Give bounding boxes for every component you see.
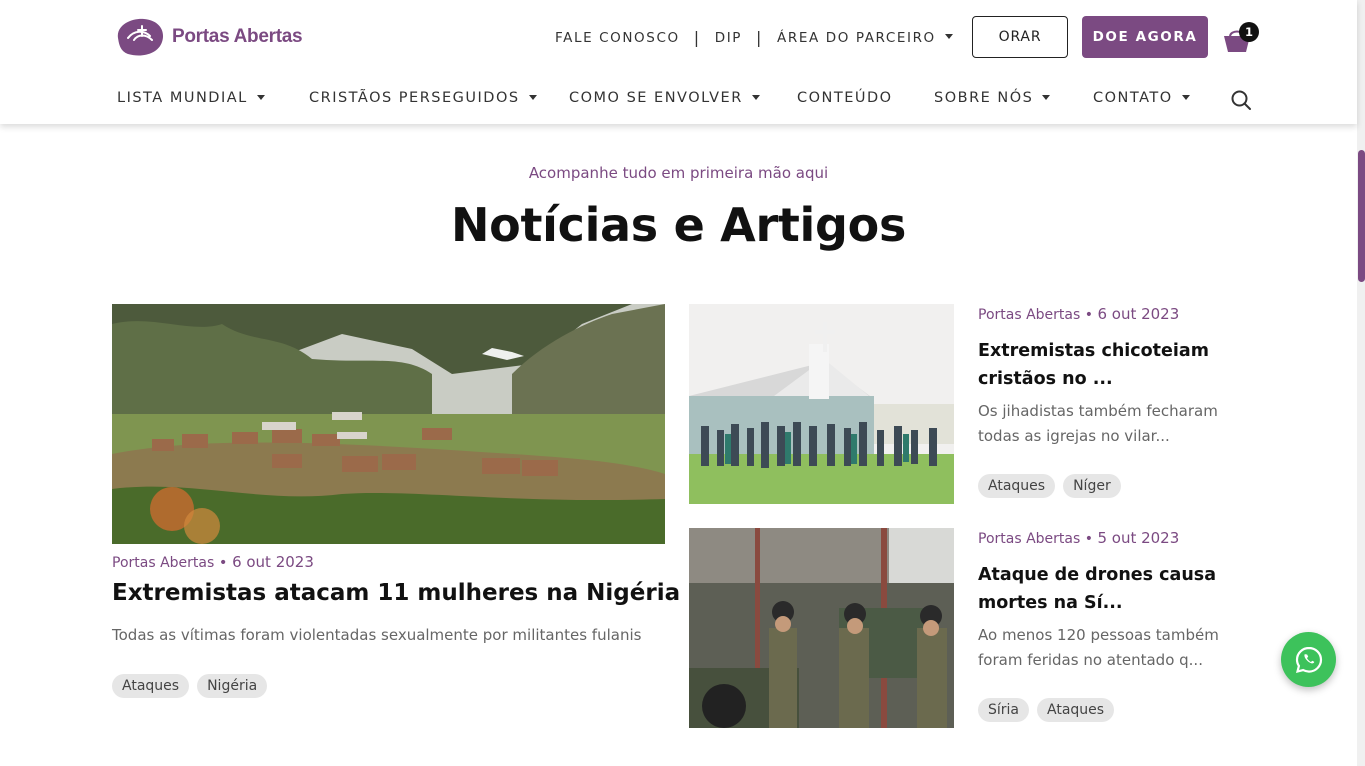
tag-chip[interactable]: Níger	[1063, 474, 1121, 498]
church-crowd-image	[689, 304, 954, 504]
article-date: 5 out 2023	[1097, 529, 1180, 547]
topnav-item-fale-conosco[interactable]: FALE CONOSCO	[555, 30, 680, 46]
tag-chip[interactable]: Nigéria	[197, 674, 268, 698]
nav-item-conteudo[interactable]: CONTEÚDO	[797, 90, 893, 106]
logo-text: Portas Abertas	[172, 26, 303, 47]
cart-button[interactable]: 1	[1222, 22, 1262, 54]
article-source: Portas Abertas	[112, 555, 215, 571]
village-landscape-image	[112, 304, 665, 544]
nav-item-lista-mundial[interactable]: LISTA MUNDIAL	[117, 90, 265, 106]
search-icon[interactable]	[1230, 89, 1252, 111]
article-tags: Síria Ataques	[978, 698, 1115, 722]
topnav-item-area-parceiro[interactable]: ÁREA DO PARCEIRO	[777, 30, 953, 46]
article-description: Ao menos 120 pessoas também foram ferida…	[978, 626, 1219, 669]
logo-mark-icon	[117, 18, 164, 56]
tag-chip[interactable]: Ataques	[978, 474, 1056, 498]
top-nav: FALE CONOSCO | DIP | ÁREA DO PARCEIRO	[555, 28, 953, 47]
article-meta: Portas Abertas • 6 out 2023	[978, 305, 1179, 323]
scrollbar[interactable]	[1357, 0, 1365, 766]
whatsapp-icon	[1295, 646, 1322, 673]
caret-down-icon	[1042, 94, 1051, 100]
meta-separator: •	[1084, 531, 1093, 547]
caret-down-icon	[528, 94, 537, 100]
nav-item-label: SOBRE NÓS	[934, 90, 1034, 106]
featured-article-tags: Ataques Nigéria	[112, 674, 268, 698]
caret-down-icon	[256, 94, 265, 100]
article-meta: Portas Abertas • 5 out 2023	[978, 529, 1179, 547]
article-source: Portas Abertas	[978, 307, 1081, 323]
featured-article-description: Todas as vítimas foram violentadas sexua…	[112, 626, 642, 644]
meta-separator: •	[1084, 307, 1093, 323]
soldiers-checkpoint-image	[689, 528, 954, 728]
topnav-divider: |	[756, 28, 764, 47]
main-nav: LISTA MUNDIAL CRISTÃOS PERSEGUIDOS COMO …	[0, 90, 1357, 112]
featured-article-meta: Portas Abertas • 6 out 2023	[112, 553, 314, 571]
tag-chip[interactable]: Síria	[978, 698, 1030, 722]
section-kicker: Acompanhe tudo em primeira mão aqui	[528, 164, 829, 182]
article-date: 6 out 2023	[1097, 305, 1180, 323]
nav-item-sobre-nos[interactable]: SOBRE NÓS	[934, 90, 1051, 106]
cart-count-badge: 1	[1239, 22, 1259, 42]
tag-chip[interactable]: Ataques	[112, 674, 190, 698]
featured-article-image[interactable]	[112, 304, 665, 544]
caret-down-icon	[751, 94, 760, 100]
article-tags: Ataques Níger	[978, 474, 1121, 498]
caret-down-icon	[1181, 94, 1190, 100]
nav-item-label: CONTATO	[1093, 90, 1173, 106]
nav-item-label: COMO SE ENVOLVER	[569, 90, 743, 106]
scrollbar-thumb[interactable]	[1358, 150, 1365, 282]
nav-item-label: CONTEÚDO	[797, 90, 893, 106]
nav-item-label: LISTA MUNDIAL	[117, 90, 248, 106]
topnav-item-label: ÁREA DO PARCEIRO	[777, 29, 936, 46]
topnav-divider: |	[693, 28, 701, 47]
site-logo[interactable]: Portas Abertas	[112, 16, 303, 58]
article-date: 6 out 2023	[232, 553, 314, 571]
meta-separator: •	[218, 555, 228, 571]
caret-down-icon	[944, 34, 953, 39]
orar-button[interactable]: ORAR	[972, 16, 1068, 58]
nav-item-cristaos-perseguidos[interactable]: CRISTÃOS PERSEGUIDOS	[309, 90, 537, 106]
tag-chip[interactable]: Ataques	[1037, 698, 1115, 722]
page-title: Notícias e Artigos	[450, 198, 907, 252]
site-header: Portas Abertas FALE CONOSCO | DIP | ÁREA…	[0, 0, 1357, 124]
article-title[interactable]: Ataque de drones causa mortes na Sí...	[978, 561, 1238, 617]
donate-button[interactable]: DOE AGORA	[1082, 16, 1208, 58]
whatsapp-button[interactable]	[1281, 632, 1336, 687]
article-image[interactable]	[689, 528, 954, 728]
article-image[interactable]	[689, 304, 954, 504]
article-title[interactable]: Extremistas chicoteiam cristãos no ...	[978, 337, 1238, 393]
nav-item-contato[interactable]: CONTATO	[1093, 90, 1190, 106]
nav-item-como-se-envolver[interactable]: COMO SE ENVOLVER	[569, 90, 760, 106]
featured-article-title-link[interactable]: Extremistas atacam 11 mulheres na Nigéri…	[112, 580, 710, 606]
article-source: Portas Abertas	[978, 531, 1081, 547]
topnav-item-dip[interactable]: DIP	[715, 30, 742, 46]
nav-item-label: CRISTÃOS PERSEGUIDOS	[309, 90, 520, 106]
featured-article-title: Extremistas atacam 11 mulheres na Nigéri…	[112, 580, 681, 606]
article-description: Os jihadistas também fecharam todas as i…	[978, 402, 1218, 445]
